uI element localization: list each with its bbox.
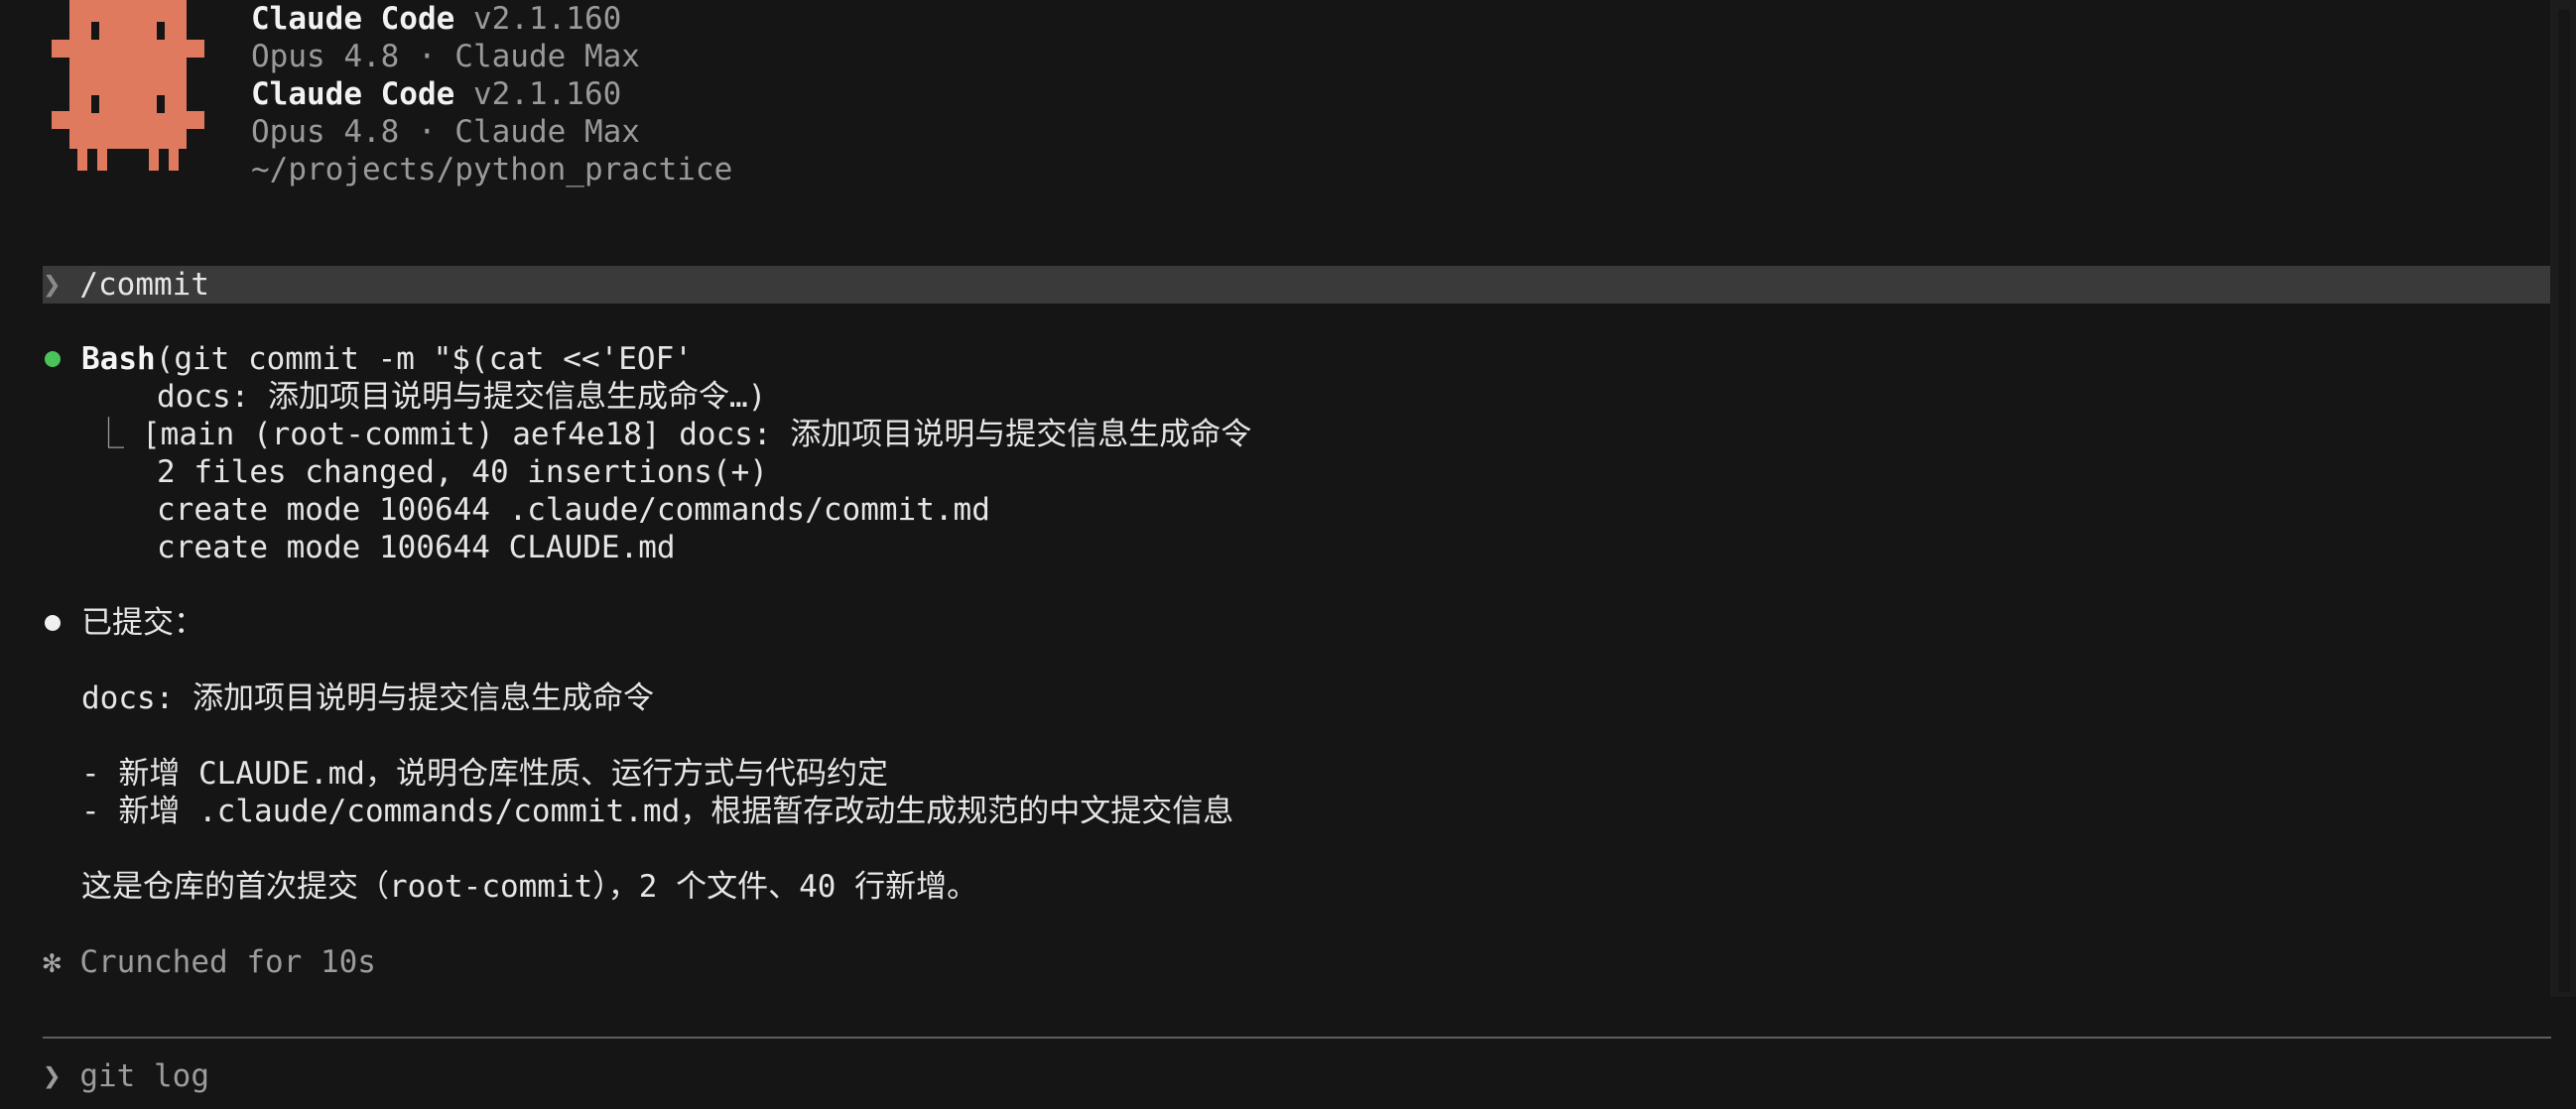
- tool-result-line: [main (root-commit) aef4e18] docs: 添加项目说…: [142, 417, 1252, 452]
- prompt-chevron-icon: ❯: [43, 267, 62, 303]
- commit-bullet: - 新增 CLAUDE.md，说明仓库性质、运行方式与代码约定: [81, 756, 888, 792]
- scrollbar[interactable]: [2550, 0, 2576, 997]
- commit-bullet: - 新增 .claude/commands/commit.md，根据暂存改动生成…: [81, 794, 1234, 829]
- input-divider: [43, 1037, 2551, 1039]
- tool-args-line-1: (git commit -m "$(cat <<'EOF': [155, 341, 693, 377]
- tool-result-line: 2 files changed, 40 insertions(+): [157, 454, 768, 490]
- submitted-prompt: ❯ /commit: [43, 266, 209, 304]
- claude-mascot-icon: [52, 0, 204, 171]
- app-name-repeat: Claude Code: [251, 76, 455, 112]
- message-dot-icon: [45, 615, 61, 631]
- message-heading: 已提交：: [81, 605, 204, 641]
- tool-status-dot-icon: [45, 351, 61, 367]
- model-plan: Opus 4.8 · Claude Max: [251, 39, 640, 74]
- scrollbar-thumb[interactable]: [2558, 10, 2570, 992]
- tool-result-line: create mode 100644 .claude/commands/comm…: [157, 492, 990, 528]
- commit-summary: 这是仓库的首次提交（root-commit），2 个文件、40 行新增。: [81, 869, 978, 905]
- input-chevron-icon: ❯: [43, 1058, 62, 1094]
- tool-result-line: create mode 100644 CLAUDE.md: [157, 530, 676, 565]
- app-version-repeat: v2.1.160: [454, 76, 622, 112]
- tool-name: Bash: [81, 341, 156, 377]
- result-connector-icon: ⎿: [93, 417, 124, 452]
- tool-args-line-2: docs: 添加项目说明与提交信息生成命令…): [157, 379, 767, 415]
- tool-call-header: Bash(git commit -m "$(cat <<'EOF': [81, 340, 693, 378]
- status-line: ✻ Crunched for 10s: [43, 943, 376, 981]
- model-plan-repeat: Opus 4.8 · Claude Max: [251, 114, 640, 150]
- header-line-1: Claude Code v2.1.160: [251, 0, 621, 38]
- prompt-input[interactable]: ❯ git log: [43, 1057, 209, 1095]
- header-line-3: Claude Code v2.1.160: [251, 75, 621, 113]
- status-text: Crunched for 10s: [79, 944, 376, 980]
- working-directory: ~/projects/python_practice: [251, 152, 733, 187]
- app-name: Claude Code: [251, 1, 455, 37]
- submitted-prompt-bar: [43, 266, 2551, 304]
- commit-subject: docs: 添加项目说明与提交信息生成命令: [81, 680, 654, 716]
- prompt-command: /commit: [79, 267, 209, 303]
- app-version: v2.1.160: [454, 1, 622, 37]
- input-text[interactable]: git log: [79, 1058, 209, 1094]
- spinner-asterisk-icon: ✻: [43, 944, 62, 980]
